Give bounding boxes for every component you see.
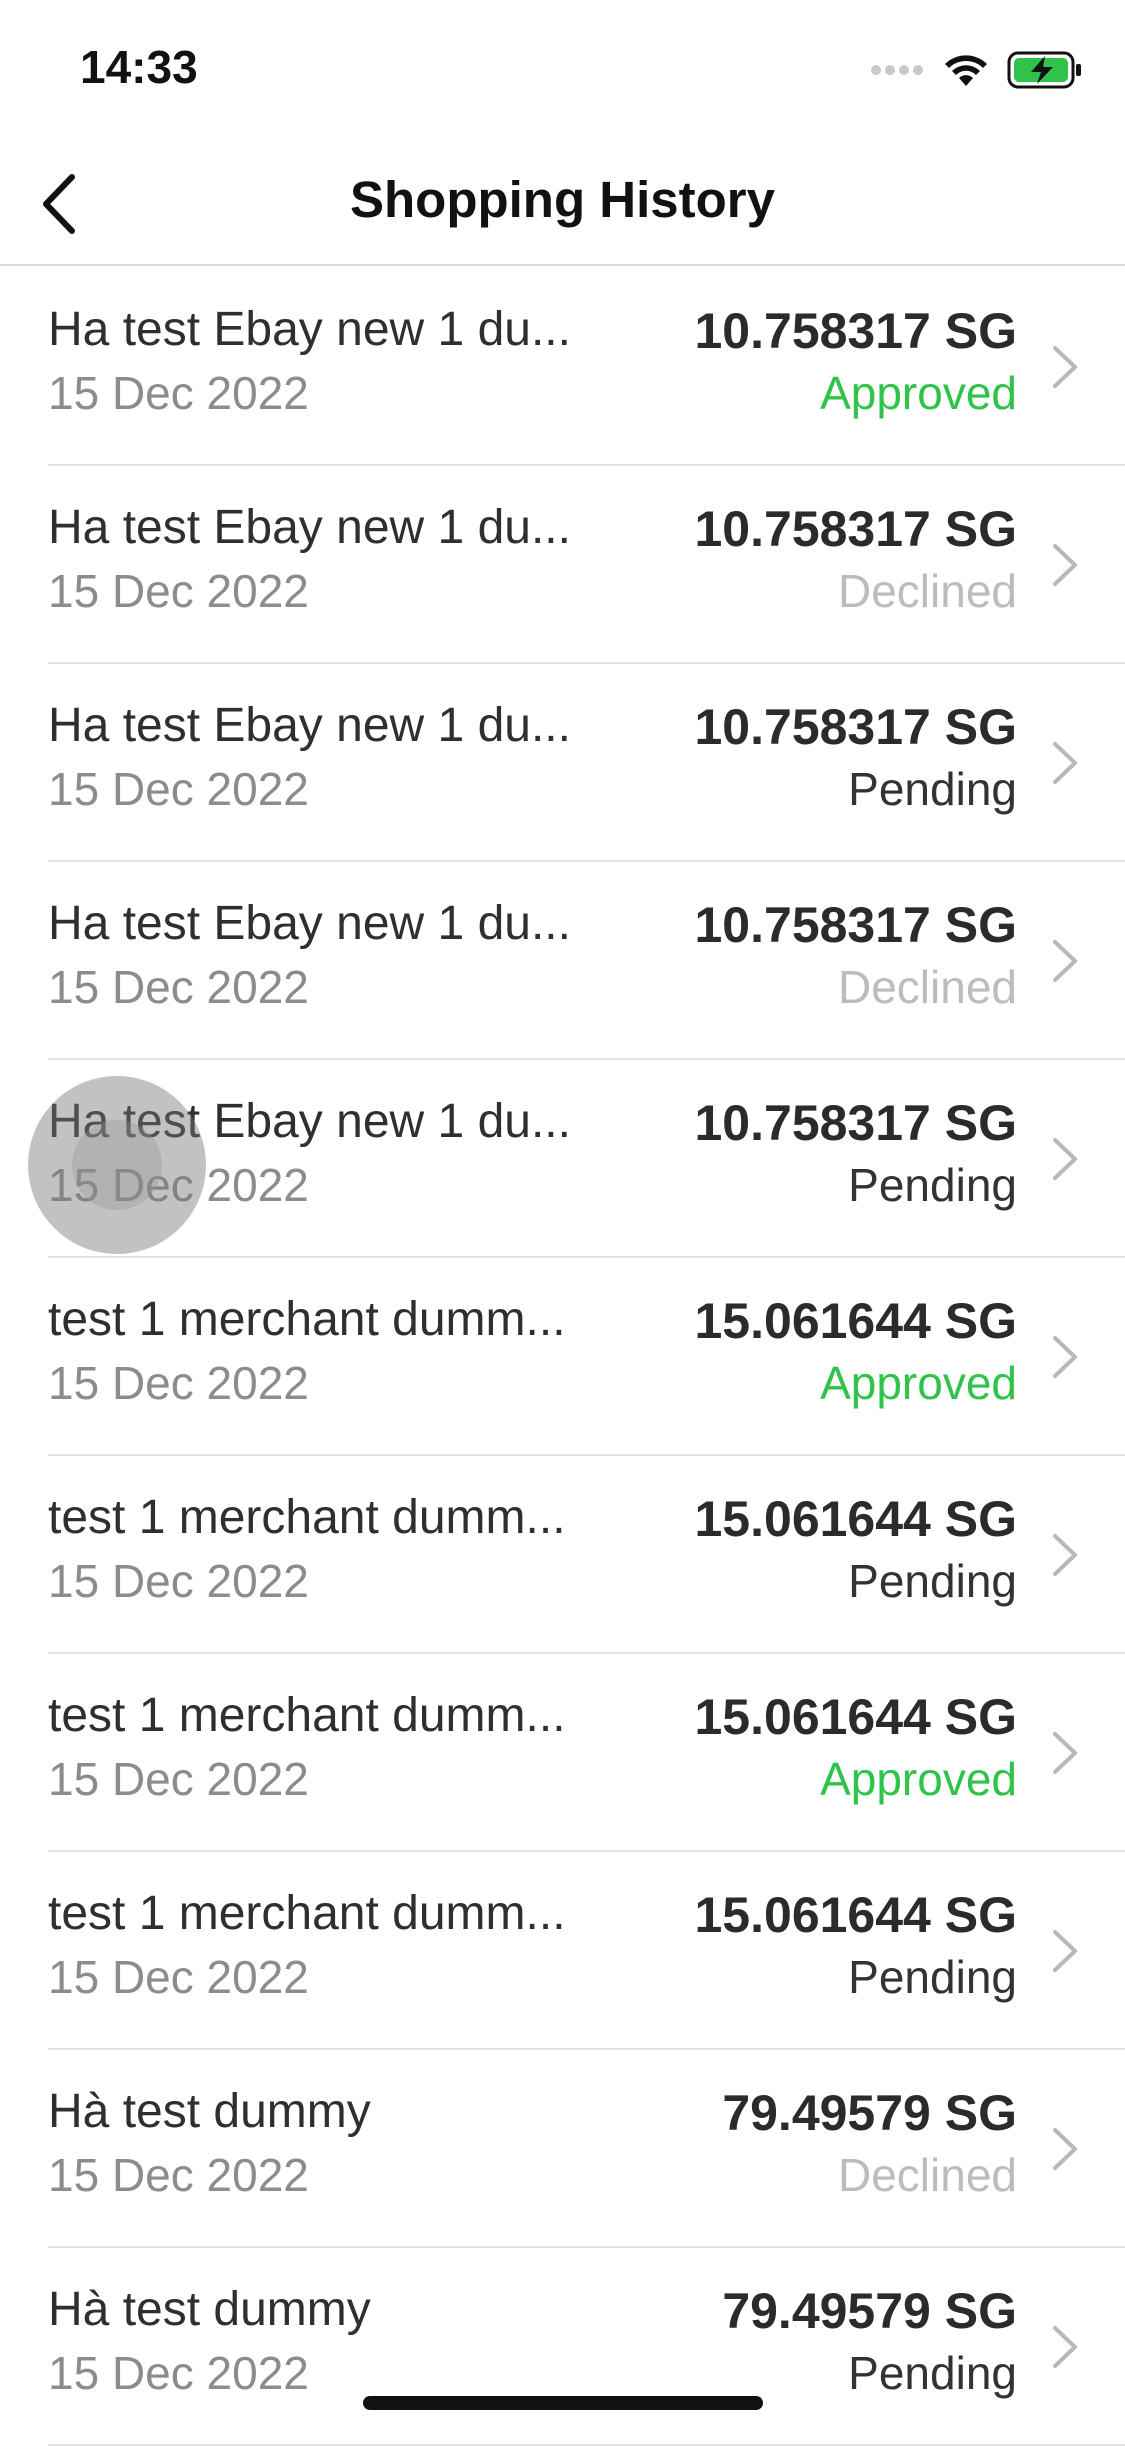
merchant-name: test 1 merchant dumm... bbox=[48, 1887, 566, 1940]
transaction-amount: 15.061644 SG bbox=[694, 1887, 1018, 1943]
chevron-right-icon bbox=[1053, 940, 1077, 982]
merchant-name: Hà test dummy bbox=[48, 2283, 371, 2336]
chevron-right-icon bbox=[1053, 544, 1077, 586]
signal-dots-icon bbox=[871, 65, 923, 75]
transaction-row[interactable]: Ha test Ebay new 1 du... 15 Dec 2022 10.75… bbox=[0, 664, 1125, 862]
chevron-right-icon bbox=[1053, 1732, 1077, 1774]
merchant-name: Ha test Ebay new 1 du... bbox=[48, 303, 571, 356]
merchant-name: Ha test Ebay new 1 du... bbox=[48, 699, 571, 752]
transaction-date: 15 Dec 2022 bbox=[48, 961, 309, 1013]
chevron-right-icon bbox=[1053, 1534, 1077, 1576]
chevron-right-icon bbox=[1053, 346, 1077, 388]
chevron-right-icon bbox=[1053, 1930, 1077, 1972]
status-label: Approved bbox=[820, 1357, 1017, 1409]
status-label: Pending bbox=[848, 1951, 1017, 2003]
merchant-name: test 1 merchant dumm... bbox=[48, 1491, 566, 1544]
transaction-row[interactable]: Ha test Ebay new 1 du... 15 Dec 2022 10.75… bbox=[0, 862, 1125, 1060]
transaction-amount: 79.49579 SG bbox=[722, 2085, 1017, 2141]
chevron-right-icon bbox=[1053, 2128, 1077, 2170]
transaction-row[interactable]: test 1 merchant dumm... 15 Dec 2022 15.061… bbox=[0, 1852, 1125, 2050]
transaction-amount: 79.49579 SG bbox=[722, 2283, 1017, 2339]
transaction-amount: 15.061644 SG bbox=[694, 1491, 1018, 1547]
merchant-name: Ha test Ebay new 1 du... bbox=[48, 897, 571, 950]
chevron-right-icon bbox=[1053, 1138, 1077, 1180]
transaction-row[interactable]: Ha test Ebay new 1 du... 15 Dec 2022 10.75… bbox=[0, 268, 1125, 466]
chevron-right-icon bbox=[1053, 1336, 1077, 1378]
transaction-date: 15 Dec 2022 bbox=[48, 565, 309, 617]
status-icons bbox=[871, 48, 1083, 92]
transaction-date: 15 Dec 2022 bbox=[48, 1357, 309, 1409]
transaction-amount: 10.758317 SG bbox=[694, 501, 1018, 557]
chevron-right-icon bbox=[1053, 742, 1077, 784]
status-label: Declined bbox=[838, 565, 1017, 617]
status-label: Pending bbox=[848, 1159, 1017, 1211]
status-label: Approved bbox=[820, 367, 1017, 419]
page-title: Shopping History bbox=[350, 171, 775, 228]
status-label: Approved bbox=[820, 1753, 1017, 1805]
transaction-amount: 15.061644 SG bbox=[694, 1689, 1018, 1745]
transaction-date: 15 Dec 2022 bbox=[48, 1555, 309, 1607]
merchant-name: Hà test dummy bbox=[48, 2085, 371, 2138]
transaction-row[interactable]: test 1 merchant dumm... 15 Dec 2022 15.061… bbox=[0, 1258, 1125, 1456]
transaction-row[interactable]: test 1 merchant dumm... 15 Dec 2022 15.061… bbox=[0, 1456, 1125, 1654]
merchant-name: Ha test Ebay new 1 du... bbox=[48, 1095, 571, 1148]
merchant-name: Ha test Ebay new 1 du... bbox=[48, 501, 571, 554]
status-bar: 14:33 bbox=[0, 0, 1125, 140]
transaction-row[interactable]: Ha test Ebay new 1 du... 15 Dec 2022 10.75… bbox=[0, 1060, 1125, 1258]
transaction-row[interactable]: test 1 merchant dumm... 15 Dec 2022 15.061… bbox=[0, 1654, 1125, 1852]
transaction-date: 15 Dec 2022 bbox=[48, 1159, 309, 1211]
status-label: Pending bbox=[848, 1555, 1017, 1607]
battery-charging-icon bbox=[1007, 51, 1081, 89]
transaction-amount: 10.758317 SG bbox=[694, 303, 1018, 359]
transaction-date: 15 Dec 2022 bbox=[48, 2149, 309, 2201]
transaction-date: 15 Dec 2022 bbox=[48, 367, 309, 419]
transaction-date: 15 Dec 2022 bbox=[48, 1753, 309, 1805]
chevron-right-icon bbox=[1053, 2326, 1077, 2368]
transaction-list: Ha test Ebay new 1 du... 15 Dec 2022 10.75… bbox=[0, 268, 1125, 2446]
status-label: Declined bbox=[838, 2149, 1017, 2201]
status-label: Pending bbox=[848, 2347, 1017, 2399]
transaction-row[interactable]: Hà test dummy 15 Dec 2022 79.49579 SG Decli… bbox=[0, 2050, 1125, 2248]
transaction-amount: 15.061644 SG bbox=[694, 1293, 1018, 1349]
home-indicator[interactable] bbox=[363, 2396, 763, 2410]
status-label: Pending bbox=[848, 763, 1017, 815]
navigation-bar: Shopping History bbox=[0, 140, 1125, 266]
transaction-date: 15 Dec 2022 bbox=[48, 1951, 309, 2003]
transaction-date: 15 Dec 2022 bbox=[48, 2347, 309, 2399]
transaction-row[interactable]: Hà test dummy 15 Dec 2022 79.49579 SG Pendi… bbox=[0, 2248, 1125, 2446]
transaction-amount: 10.758317 SG bbox=[694, 1095, 1018, 1151]
status-time: 14:33 bbox=[80, 41, 198, 93]
transaction-row[interactable]: Ha test Ebay new 1 du... 15 Dec 2022 10.75… bbox=[0, 466, 1125, 664]
transaction-amount: 10.758317 SG bbox=[694, 897, 1018, 953]
transaction-amount: 10.758317 SG bbox=[694, 699, 1018, 755]
merchant-name: test 1 merchant dumm... bbox=[48, 1293, 566, 1346]
transaction-date: 15 Dec 2022 bbox=[48, 763, 309, 815]
merchant-name: test 1 merchant dumm... bbox=[48, 1689, 566, 1742]
wifi-icon bbox=[945, 55, 987, 86]
status-label: Declined bbox=[838, 961, 1017, 1013]
